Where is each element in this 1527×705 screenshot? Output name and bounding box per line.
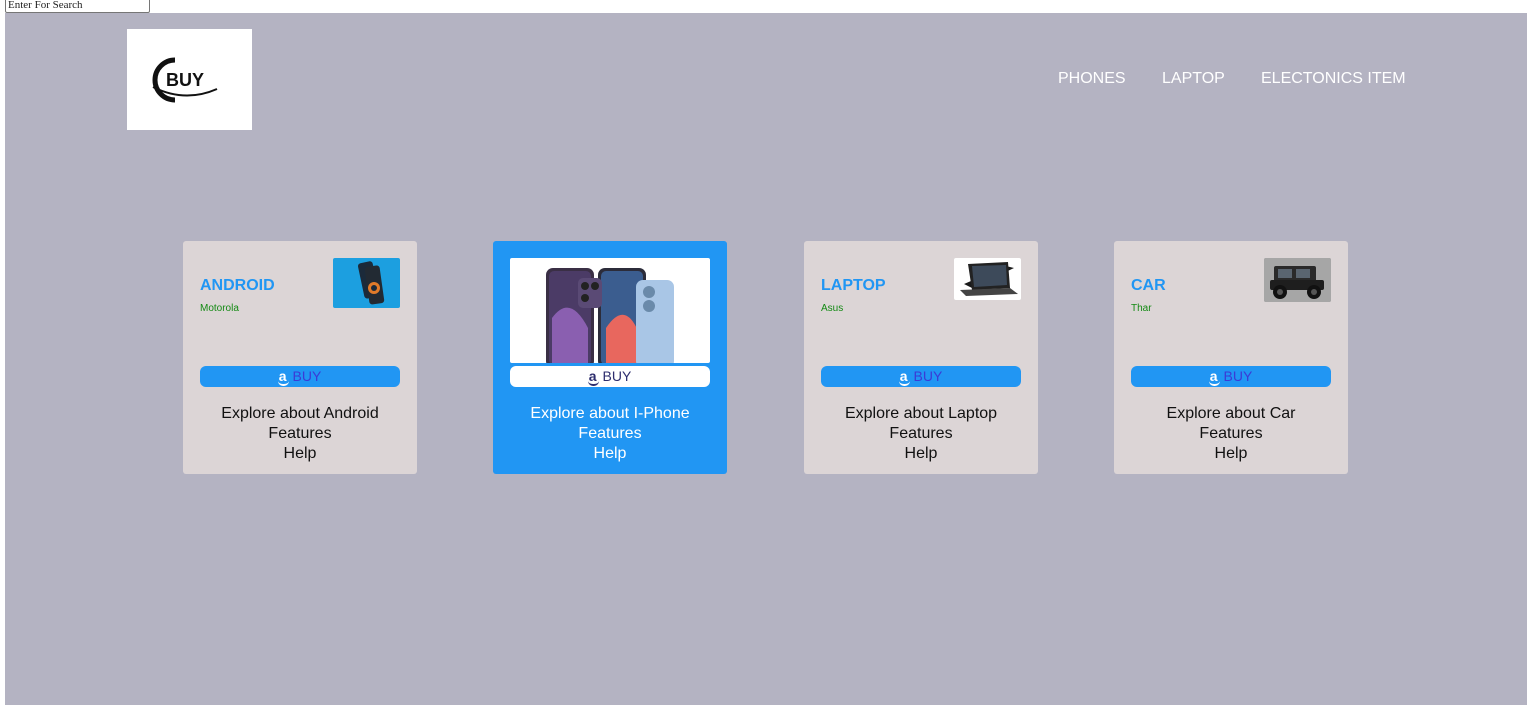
- help-link[interactable]: Help: [804, 444, 1038, 464]
- buy-button[interactable]: a BUY: [510, 366, 710, 387]
- iphone-image: [510, 258, 710, 363]
- help-link[interactable]: Help: [1114, 444, 1348, 464]
- card-subtitle: Motorola: [200, 303, 239, 314]
- svg-text:BUY: BUY: [166, 70, 204, 90]
- product-card-laptop[interactable]: LAPTOP Asus a BUY Explore about Laptop Fe…: [804, 241, 1038, 474]
- amazon-icon: a: [1208, 366, 1220, 387]
- amazon-icon: a: [277, 366, 289, 387]
- android-phone-image: [333, 258, 400, 308]
- logo[interactable]: BUY: [127, 29, 252, 130]
- buy-button[interactable]: a BUY: [821, 366, 1021, 387]
- card-title: ANDROID: [200, 277, 275, 294]
- product-card-car[interactable]: CAR Thar a BUY Explore about Car Features…: [1114, 241, 1348, 474]
- buy-button[interactable]: a BUY: [1131, 366, 1331, 387]
- help-link[interactable]: Help: [493, 444, 727, 464]
- laptop-image: [954, 258, 1021, 300]
- nav-electronics[interactable]: ELECTONICS ITEM: [1261, 70, 1406, 88]
- help-link[interactable]: Help: [183, 444, 417, 464]
- main-section: BUY PHONES LAPTOP ELECTONICS ITEM ANDROI…: [5, 13, 1527, 705]
- card-subtitle: Asus: [821, 303, 844, 314]
- buy-logo-icon: BUY: [152, 57, 218, 103]
- search-input[interactable]: [5, 0, 150, 13]
- amazon-icon: a: [898, 366, 910, 387]
- amazon-icon: a: [587, 366, 599, 387]
- product-card-android[interactable]: ANDROID Motorola a BUY Explore about Andr…: [183, 241, 417, 474]
- card-title: CAR: [1131, 277, 1166, 294]
- car-image: [1264, 258, 1331, 302]
- card-description: Explore about Laptop Features Help: [804, 404, 1038, 464]
- card-title: LAPTOP: [821, 277, 886, 294]
- card-subtitle: Thar: [1131, 303, 1152, 314]
- buy-button[interactable]: a BUY: [200, 366, 400, 387]
- card-description: Explore about Android Features Help: [183, 404, 417, 464]
- card-description: Explore about I-Phone Features Help: [493, 404, 727, 464]
- card-description: Explore about Car Features Help: [1114, 404, 1348, 464]
- nav-laptop[interactable]: LAPTOP: [1162, 70, 1225, 88]
- product-card-iphone[interactable]: a BUY Explore about I-Phone Features Help: [493, 241, 727, 474]
- nav-phones[interactable]: PHONES: [1058, 70, 1126, 88]
